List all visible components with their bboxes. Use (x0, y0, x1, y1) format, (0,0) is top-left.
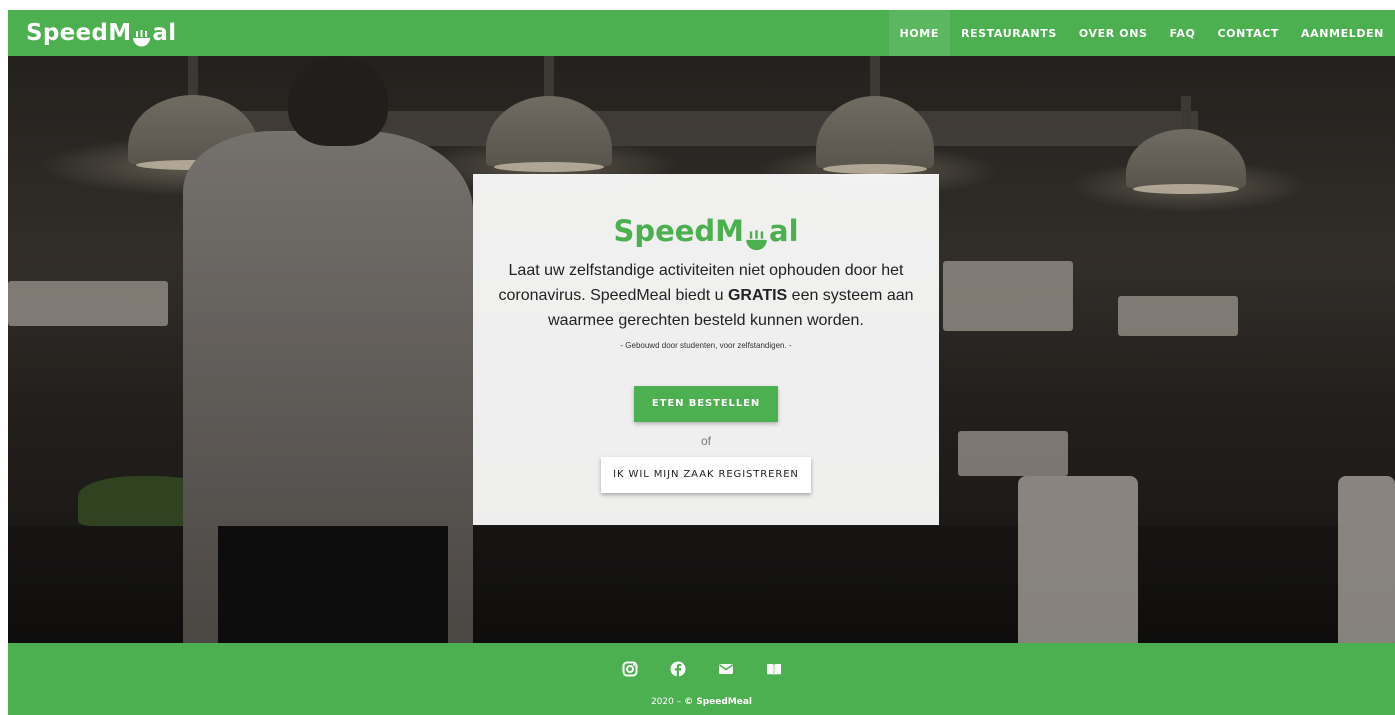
copyright-brand: © SpeedMeal (684, 697, 753, 707)
mail-icon[interactable] (718, 661, 734, 677)
intro-text-bold: GRATIS (727, 287, 788, 304)
intro-subtitle: - Gebouwd door studenten, voor zelfstand… (620, 341, 792, 350)
nav-faq[interactable]: FAQ (1159, 10, 1207, 56)
copyright: 2020 – © SpeedMeal (8, 697, 1395, 707)
social-links (8, 661, 1395, 677)
facebook-icon[interactable] (670, 661, 686, 677)
main-nav: HOME RESTAURANTS OVER ONS FAQ CONTACT AA… (888, 10, 1395, 56)
brand-logo-prefix: SpeedM (26, 20, 132, 46)
card-logo-suffix: al (769, 214, 799, 248)
brand-logo[interactable]: SpeedM al (26, 20, 176, 46)
or-separator: of (700, 434, 711, 448)
order-food-button[interactable]: ETEN BESTELLEN (634, 386, 778, 422)
instagram-icon[interactable] (622, 661, 638, 677)
register-business-button[interactable]: IK WIL MIJN ZAAK REGISTREREN (601, 457, 811, 493)
card-logo-prefix: SpeedM (613, 214, 745, 248)
intro-card: SpeedM al Laat uw zelfstandige activitei… (473, 174, 939, 525)
intro-text: Laat uw zelfstandige activiteiten niet o… (496, 258, 916, 333)
plate-fork-icon (132, 27, 151, 46)
brand-logo-suffix: al (152, 20, 177, 46)
book-icon[interactable] (766, 661, 782, 677)
nav-restaurants[interactable]: RESTAURANTS (950, 10, 1068, 56)
card-logo: SpeedM al (473, 214, 939, 250)
nav-home[interactable]: HOME (888, 10, 950, 56)
nav-over-ons[interactable]: OVER ONS (1068, 10, 1159, 56)
footer: 2020 – © SpeedMeal (8, 643, 1395, 715)
top-navbar: SpeedM al HOME RESTAURANTS OVER ONS FAQ … (8, 10, 1395, 56)
nav-aanmelden[interactable]: AANMELDEN (1290, 10, 1395, 56)
page: SpeedM al HOME RESTAURANTS OVER ONS FAQ … (8, 10, 1395, 715)
plate-fork-icon (745, 224, 768, 250)
nav-contact[interactable]: CONTACT (1206, 10, 1290, 56)
copyright-year: 2020 – (650, 697, 682, 707)
